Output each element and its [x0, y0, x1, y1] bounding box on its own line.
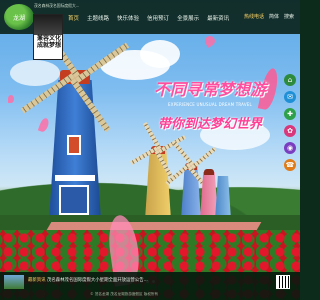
- news-text: 茂名森林茂名国际度假大小星期全面开放运营公告...: [46, 278, 148, 283]
- copyright-text: © 茂名龙湖 茂名龙湖旅游度假区 版权所有: [90, 292, 159, 296]
- windmill-small: [212, 170, 234, 220]
- headline-english: EXPERIENCE UNUSUAL DREAM TRAVEL: [168, 102, 252, 107]
- promo-poster[interactable]: 兼容文化 成就梦想: [33, 14, 63, 60]
- hotel-icon[interactable]: ✚: [284, 108, 296, 120]
- nav-item-panorama[interactable]: 全景展示: [177, 14, 199, 22]
- nav-item-booking[interactable]: 信用预订: [147, 14, 169, 22]
- nav-item-routes[interactable]: 主题线路: [87, 14, 109, 22]
- main-nav: 首页 主题线路 快乐体验 信用预订 全景展示 最新资讯: [68, 14, 229, 22]
- headline-line-1: 不同寻常梦想游: [153, 80, 266, 99]
- nav-item-experience[interactable]: 快乐体验: [117, 14, 139, 22]
- language-switch[interactable]: 简体: [269, 13, 279, 20]
- poster-line-1: 兼容文化: [36, 35, 61, 42]
- footer-bar: 最新资讯 茂名森林茂名国际度假大小星期全面开放运营公告... © 茂名龙湖 茂名…: [0, 272, 300, 300]
- service-icon[interactable]: ☎: [284, 159, 296, 171]
- map-icon[interactable]: ◉: [284, 142, 296, 154]
- header-tools: 热线电话 简体 搜索: [244, 13, 294, 20]
- cloud: [140, 40, 180, 68]
- news-thumbnail[interactable]: [4, 275, 24, 289]
- news-ticker[interactable]: 最新资讯 茂名森林茂名国际度假大小星期全面开放运营公告...: [28, 277, 148, 283]
- hotline-link[interactable]: 热线电话: [244, 13, 264, 20]
- search-button[interactable]: 搜索: [284, 13, 294, 20]
- side-quick-menu: ⌂ ✉ ✚ ✿ ◉ ☎: [284, 74, 296, 171]
- site-logo[interactable]: 龙湖: [4, 4, 34, 30]
- ticket-icon[interactable]: ✉: [284, 91, 296, 103]
- windmill-large: [20, 23, 130, 220]
- headline-line-2: 带你到达梦幻世界: [157, 117, 262, 132]
- home-icon[interactable]: ⌂: [284, 74, 296, 86]
- shop-icon[interactable]: ✿: [284, 125, 296, 137]
- site-subtitle: 茂名森林茂名国际度假大...: [34, 3, 80, 8]
- nav-item-news[interactable]: 最新资讯: [207, 14, 229, 22]
- qr-code: [276, 275, 290, 289]
- nav-item-home[interactable]: 首页: [68, 14, 79, 22]
- news-label: 最新资讯: [28, 278, 46, 283]
- poster-line-2: 成就梦想: [36, 42, 61, 49]
- hero-headline: 不同寻常梦想游 EXPERIENCE UNUSUAL DREAM TRAVEL …: [150, 76, 270, 132]
- petal: [8, 95, 14, 103]
